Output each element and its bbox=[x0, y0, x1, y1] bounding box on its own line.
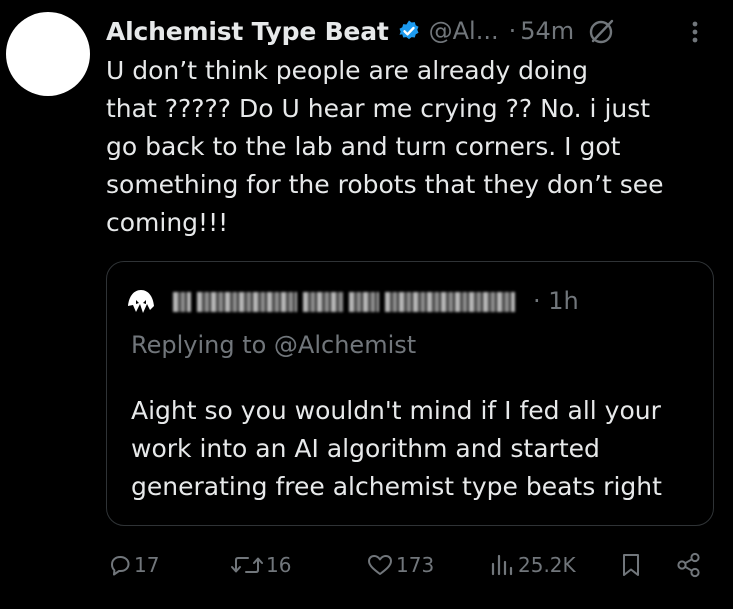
quoted-avatar[interactable] bbox=[123, 284, 159, 320]
views-icon bbox=[490, 553, 516, 577]
quoted-time: 1h bbox=[548, 287, 579, 315]
more-icon[interactable] bbox=[691, 20, 699, 44]
views-count: 25.2K bbox=[518, 553, 576, 577]
verified-badge-icon bbox=[397, 19, 421, 43]
like-count: 173 bbox=[396, 553, 435, 577]
quoted-timestamp[interactable]: · 1h bbox=[533, 287, 579, 315]
tweet-text: U don’t think people are already doing t… bbox=[106, 56, 664, 237]
quoted-text: Aight so you wouldn't mind if I fed all … bbox=[131, 396, 662, 501]
avatar[interactable] bbox=[6, 12, 90, 96]
retweet-icon bbox=[230, 553, 264, 577]
quoted-tweet-card[interactable]: · 1h Replying to @Alchemist Aight so you… bbox=[106, 261, 714, 526]
share-icon bbox=[676, 552, 702, 578]
separator-dot: · bbox=[508, 17, 517, 45]
views-button[interactable]: 25.2K bbox=[490, 548, 576, 582]
reply-button[interactable]: 17 bbox=[108, 548, 159, 582]
bookmark-button[interactable] bbox=[620, 548, 642, 582]
handle[interactable]: @Al... bbox=[429, 17, 499, 45]
action-bar: 17 16 173 25.2K bbox=[0, 548, 733, 582]
display-name[interactable]: Alchemist Type Beat bbox=[106, 17, 389, 46]
reply-count: 17 bbox=[134, 553, 160, 577]
replying-to[interactable]: Replying to @Alchemist bbox=[131, 331, 416, 359]
quoted-separator-dot: · bbox=[533, 287, 541, 315]
tweet-header: Alchemist Type Beat @Al... · 54m bbox=[106, 14, 616, 48]
retweet-button[interactable]: 16 bbox=[230, 548, 291, 582]
like-icon bbox=[366, 553, 394, 577]
timestamp[interactable]: 54m bbox=[520, 17, 574, 45]
bookmark-icon bbox=[620, 552, 642, 578]
reply-icon bbox=[108, 553, 132, 577]
edit-history-icon[interactable] bbox=[588, 17, 616, 45]
share-button[interactable] bbox=[676, 548, 702, 582]
retweet-count: 16 bbox=[266, 553, 292, 577]
like-button[interactable]: 173 bbox=[366, 548, 434, 582]
quoted-name-redacted bbox=[173, 290, 515, 314]
